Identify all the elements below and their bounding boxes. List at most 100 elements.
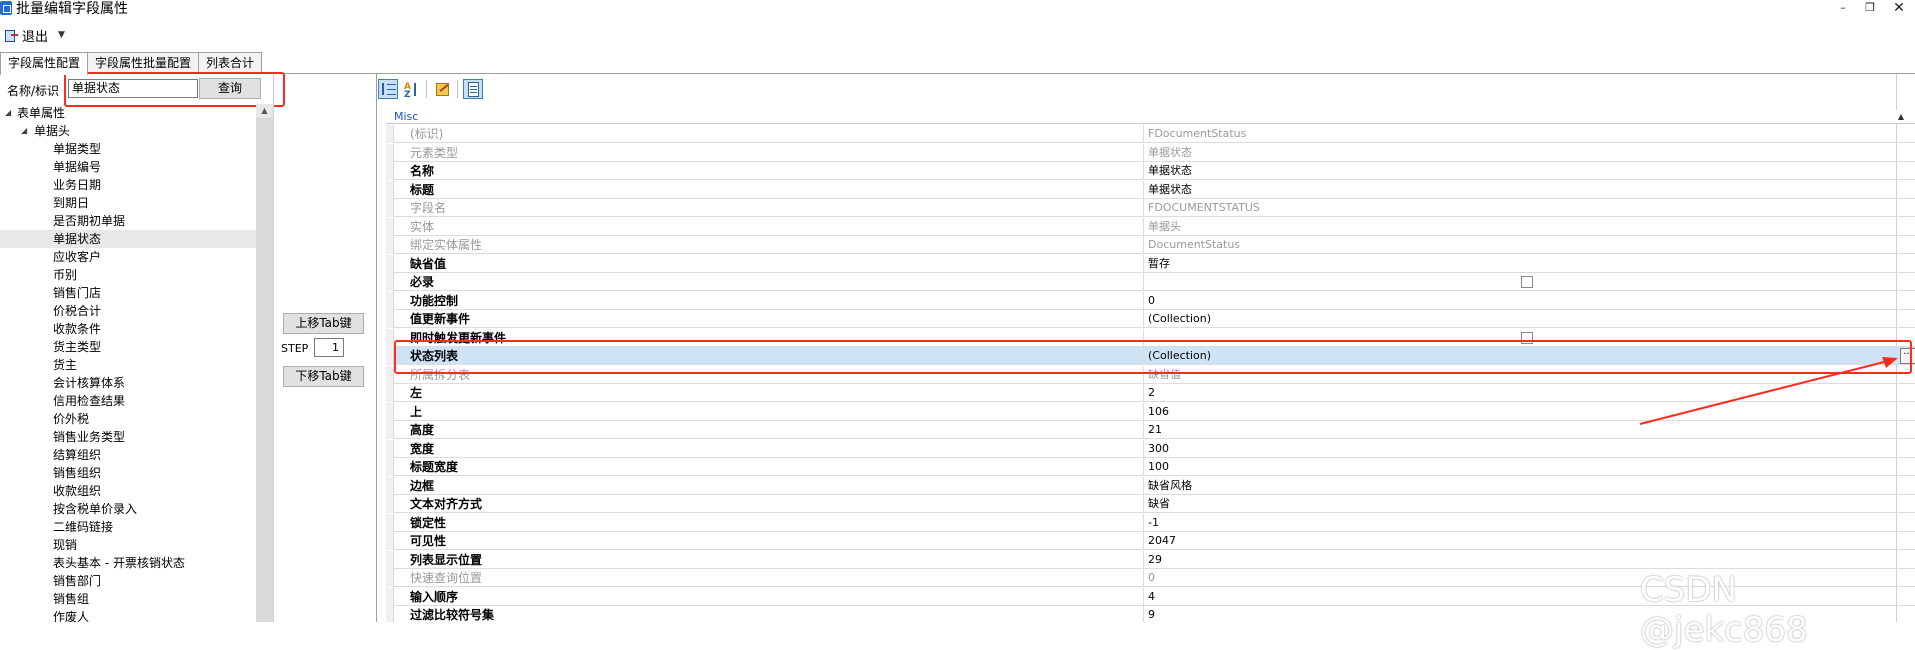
- property-row[interactable]: 字段名 FDOCUMENTSTATUS: [386, 199, 1915, 217]
- property-value[interactable]: (Collection): [1148, 310, 1211, 328]
- column-divider[interactable]: [1143, 199, 1144, 217]
- tree-item[interactable]: 到期日: [0, 194, 256, 212]
- property-value[interactable]: 0: [1148, 569, 1155, 587]
- tree-item[interactable]: 单据类型: [0, 140, 256, 158]
- alphabetical-sort-icon[interactable]: A Z: [401, 79, 421, 100]
- column-divider[interactable]: [1143, 180, 1144, 199]
- tree-item[interactable]: 现销: [0, 536, 256, 554]
- tree-item[interactable]: 表头基本 - 开票核销状态: [0, 554, 256, 572]
- column-divider[interactable]: [1143, 532, 1144, 550]
- property-value[interactable]: -1: [1148, 514, 1159, 532]
- column-divider[interactable]: [1143, 125, 1144, 143]
- expand-arrow-icon[interactable]: ◢: [21, 122, 27, 140]
- tree-item[interactable]: 业务日期: [0, 176, 256, 194]
- property-value[interactable]: 21: [1148, 421, 1162, 439]
- tree-item[interactable]: 价税合计: [0, 302, 256, 320]
- column-divider[interactable]: [1143, 587, 1144, 606]
- tree-item[interactable]: 销售部门: [0, 572, 256, 590]
- property-row[interactable]: 名称 单据状态: [386, 162, 1915, 180]
- column-divider[interactable]: [1143, 606, 1144, 622]
- scroll-up-icon[interactable]: ▲: [256, 104, 273, 118]
- property-value[interactable]: 单据头: [1148, 218, 1181, 236]
- column-divider[interactable]: [1143, 550, 1144, 569]
- tree-item[interactable]: 币别: [0, 266, 256, 284]
- tree-item[interactable]: 收款组织: [0, 482, 256, 500]
- tree-group[interactable]: ◢ 单据头: [0, 122, 256, 140]
- property-value[interactable]: 106: [1148, 403, 1169, 421]
- property-value[interactable]: 9: [1148, 606, 1155, 622]
- column-divider[interactable]: [1143, 273, 1144, 291]
- column-divider[interactable]: [1143, 495, 1144, 513]
- tree-item[interactable]: 收款条件: [0, 320, 256, 338]
- category-row[interactable]: Misc ▲: [386, 110, 1915, 124]
- collapse-icon[interactable]: ▲: [1898, 110, 1904, 124]
- tree-item[interactable]: 是否期初单据: [0, 212, 256, 230]
- property-row[interactable]: 锁定性 -1: [386, 513, 1915, 532]
- tree-item[interactable]: 会计核算体系: [0, 374, 256, 392]
- tab-field-property-config[interactable]: 字段属性配置: [0, 52, 89, 75]
- property-row[interactable]: 边框 缺省风格: [386, 476, 1915, 495]
- property-pages-icon[interactable]: [432, 79, 452, 99]
- property-row[interactable]: 标题 单据状态: [386, 180, 1915, 199]
- property-value[interactable]: 缺省: [1148, 495, 1170, 513]
- exit-button[interactable]: 退出 ▼: [4, 25, 65, 45]
- tree-item[interactable]: 单据状态: [0, 230, 256, 248]
- property-value[interactable]: 4: [1148, 588, 1155, 606]
- move-down-tab-button[interactable]: 下移Tab键: [283, 366, 364, 387]
- column-divider[interactable]: [1143, 384, 1144, 402]
- tree-item[interactable]: 结算组织: [0, 446, 256, 464]
- chevron-down-icon[interactable]: ▼: [58, 30, 65, 40]
- column-divider[interactable]: [1143, 217, 1144, 236]
- column-divider[interactable]: [1143, 569, 1144, 587]
- property-value[interactable]: 单据状态: [1148, 162, 1192, 180]
- tree-item[interactable]: 价外税: [0, 410, 256, 428]
- tree-item[interactable]: 单据编号: [0, 158, 256, 176]
- tree-scrollbar[interactable]: [256, 104, 273, 622]
- property-value[interactable]: FDocumentStatus: [1148, 125, 1246, 143]
- property-row[interactable]: 可见性 2047: [386, 532, 1915, 550]
- column-divider[interactable]: [1143, 236, 1144, 254]
- tree-item[interactable]: 货主: [0, 356, 256, 374]
- property-value[interactable]: 暂存: [1148, 255, 1170, 273]
- tree-item[interactable]: 销售组: [0, 590, 256, 608]
- tree-item[interactable]: 按含税单价录入: [0, 500, 256, 518]
- tree-item[interactable]: 销售业务类型: [0, 428, 256, 446]
- property-row[interactable]: (标识) FDocumentStatus: [386, 125, 1915, 143]
- column-divider[interactable]: [1143, 458, 1144, 476]
- tree-root[interactable]: ◢ 表单属性: [0, 104, 256, 122]
- column-divider[interactable]: [1143, 439, 1144, 458]
- property-value[interactable]: 2047: [1148, 532, 1176, 550]
- column-divider[interactable]: [1143, 402, 1144, 421]
- minimize-icon[interactable]: –: [1831, 0, 1855, 18]
- close-icon[interactable]: ✕: [1887, 0, 1911, 18]
- property-row[interactable]: 标题宽度 100: [386, 458, 1915, 476]
- property-value[interactable]: 单据状态: [1148, 144, 1192, 162]
- column-divider[interactable]: [1143, 476, 1144, 495]
- property-checkbox[interactable]: [1521, 276, 1533, 288]
- move-up-tab-button[interactable]: 上移Tab键: [283, 313, 364, 334]
- property-value[interactable]: FDOCUMENTSTATUS: [1148, 199, 1260, 217]
- property-row[interactable]: 宽度 300: [386, 439, 1915, 458]
- restore-icon[interactable]: ❐: [1858, 0, 1882, 18]
- property-value[interactable]: 29: [1148, 551, 1162, 569]
- tree-item[interactable]: 信用检查结果: [0, 392, 256, 410]
- property-row[interactable]: 缺省值 暂存: [386, 254, 1915, 273]
- tree-item[interactable]: 应收客户: [0, 248, 256, 266]
- property-value[interactable]: 2: [1148, 384, 1155, 402]
- expand-arrow-icon[interactable]: ◢: [5, 104, 11, 122]
- column-divider[interactable]: [1143, 421, 1144, 439]
- column-divider[interactable]: [1143, 310, 1144, 328]
- property-value[interactable]: DocumentStatus: [1148, 236, 1240, 254]
- column-divider[interactable]: [1143, 291, 1144, 310]
- property-value[interactable]: 单据状态: [1148, 181, 1192, 199]
- property-row[interactable]: 实体 单据头: [386, 217, 1915, 236]
- tab-list-total[interactable]: 列表合计: [198, 52, 263, 74]
- step-input[interactable]: 1: [314, 338, 344, 357]
- tree-item[interactable]: 销售组织: [0, 464, 256, 482]
- property-value[interactable]: 100: [1148, 458, 1169, 476]
- tree-item[interactable]: 二维码链接: [0, 518, 256, 536]
- categorized-view-icon[interactable]: [378, 79, 398, 99]
- panel-splitter[interactable]: [273, 74, 274, 622]
- property-value[interactable]: 缺省风格: [1148, 477, 1192, 495]
- tree-item[interactable]: 作废人: [0, 608, 256, 622]
